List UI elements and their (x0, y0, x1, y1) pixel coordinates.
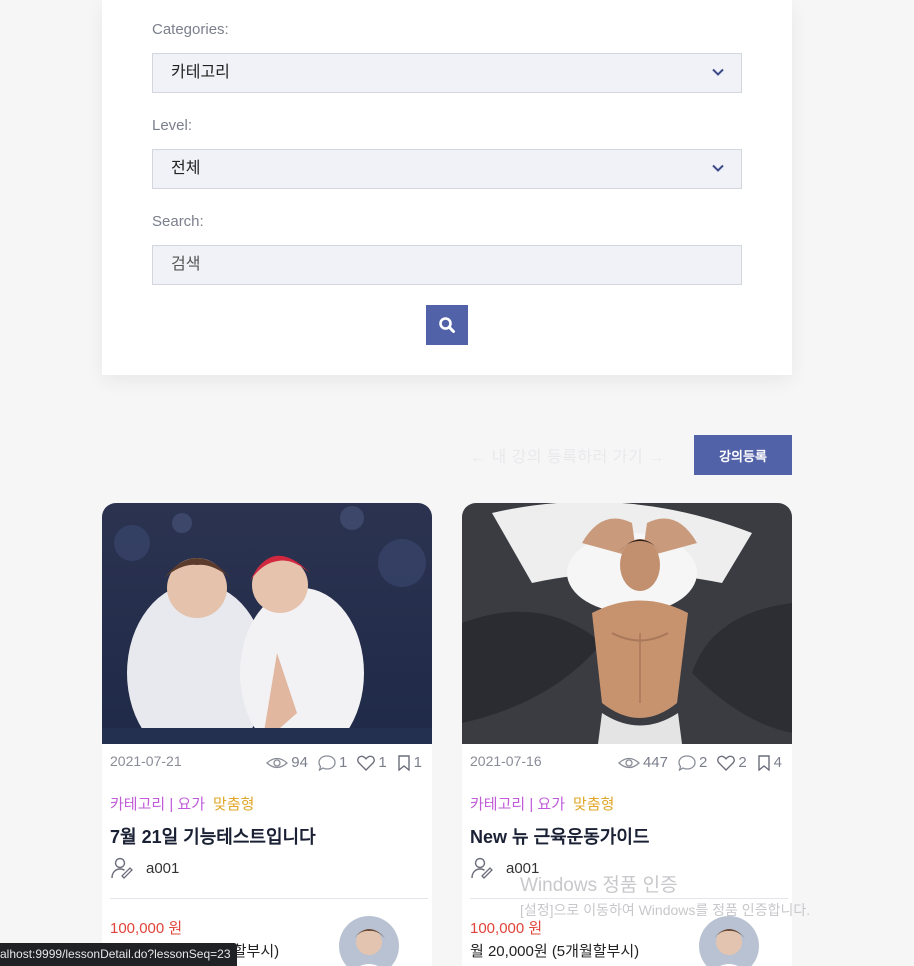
lesson-title[interactable]: 7월 21일 기능테스트입니다 (110, 823, 316, 849)
user-icon (471, 857, 493, 879)
lesson-title[interactable]: New 뉴 근육운동가이드 (470, 823, 650, 849)
likes-count: 2 (738, 754, 747, 771)
search-label: Search: (152, 213, 204, 230)
search-button[interactable] (426, 305, 468, 345)
card-divider (110, 898, 428, 899)
likes-count: 1 (378, 754, 387, 771)
views-stat: 94 (266, 754, 308, 771)
filter-panel: Categories: 카테고리 Level: 전체 Search: 검색 (102, 0, 792, 375)
categories-select-value: 카테고리 (171, 64, 230, 81)
lesson-date: 2021-07-16 (470, 753, 542, 769)
comment-icon (678, 754, 696, 771)
views-stat: 447 (617, 754, 668, 771)
category-text: 카테고리 | 요가 (110, 796, 206, 813)
comments-stat: 1 (318, 754, 347, 771)
search-input-placeholder: 검색 (171, 256, 201, 273)
lesson-date: 2021-07-21 (110, 753, 182, 769)
lesson-type: 맞춤형 (573, 796, 615, 813)
bookmarks-count: 4 (773, 754, 782, 771)
eye-icon (617, 757, 640, 768)
register-hint-link[interactable]: ← 내 강의 등록하러 가기 → (470, 443, 665, 467)
instructor-avatar[interactable] (339, 916, 399, 966)
category-text: 카테고리 | 요가 (470, 796, 566, 813)
heart-icon (717, 755, 736, 771)
level-select[interactable]: 전체 (152, 149, 742, 189)
lesson-category: 카테고리 | 요가 맞춤형 (470, 793, 614, 814)
search-icon (439, 317, 455, 333)
register-lesson-button[interactable]: 강의등록 (694, 435, 792, 475)
heart-icon (357, 755, 376, 771)
lesson-monthly-price: 월 20,000원 (5개월할부시) (470, 943, 640, 960)
browser-status-bar: alhost:9999/lessonDetail.do?lessonSeq=23 (0, 943, 237, 966)
categories-label: Categories: (152, 21, 229, 38)
windows-activation-watermark: Windows 정품 인증 [설정]으로 이동하여 Windows를 정품 인증… (520, 870, 810, 920)
likes-stat[interactable]: 1 (357, 754, 387, 771)
comments-stat: 2 (678, 754, 707, 771)
lesson-thumbnail[interactable] (462, 503, 792, 744)
lesson-price: 100,000 원 (470, 920, 543, 937)
user-icon (111, 857, 133, 879)
level-label: Level: (152, 117, 193, 134)
author-name: a001 (146, 859, 180, 877)
lesson-stats: 94 1 1 1 (266, 754, 422, 771)
categories-select[interactable]: 카테고리 (152, 53, 742, 93)
eye-icon (266, 757, 289, 768)
lesson-type: 맞춤형 (213, 796, 255, 813)
bookmarks-stat[interactable]: 4 (757, 754, 782, 771)
lesson-author: a001 (110, 856, 179, 880)
lesson-card[interactable]: 2021-07-21 94 1 1 1 카테고리 | 요가 맞춤형 7월 21일 … (102, 503, 432, 966)
instructor-avatar[interactable] (699, 916, 759, 966)
comments-count: 2 (698, 754, 708, 771)
bookmarks-stat[interactable]: 1 (397, 754, 422, 771)
views-count: 94 (291, 754, 308, 771)
bookmarks-count: 1 (413, 754, 422, 771)
comment-icon (318, 754, 336, 771)
bookmark-icon (757, 754, 770, 771)
views-count: 447 (642, 754, 668, 771)
lesson-thumbnail[interactable] (102, 503, 432, 744)
search-input[interactable]: 검색 (152, 245, 742, 285)
lesson-category: 카테고리 | 요가 맞춤형 (110, 793, 254, 814)
chevron-down-icon (712, 164, 724, 172)
likes-stat[interactable]: 2 (717, 754, 747, 771)
watermark-title: Windows 정품 인증 (520, 875, 678, 896)
chevron-down-icon (712, 68, 724, 76)
lesson-price: 100,000 원 (110, 920, 183, 937)
lesson-stats: 447 2 2 4 (617, 754, 782, 771)
level-select-value: 전체 (171, 160, 201, 177)
watermark-subtitle: [설정]으로 이동하여 Windows를 정품 인증합니다. (520, 902, 811, 918)
bookmark-icon (397, 754, 410, 771)
comments-count: 1 (338, 754, 348, 771)
